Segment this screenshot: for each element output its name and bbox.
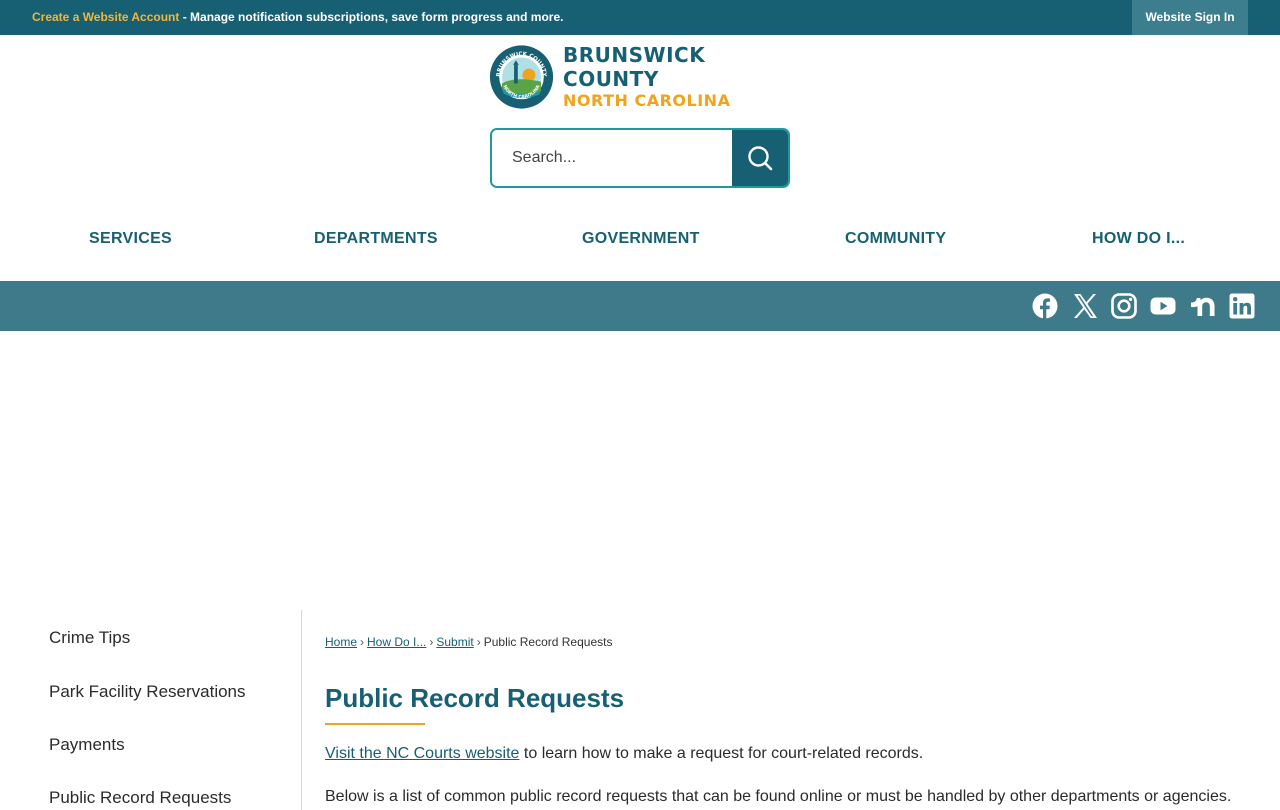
site-search	[490, 128, 790, 188]
x-icon[interactable]	[1072, 293, 1098, 319]
court-records-paragraph: Visit the NC Courts website to learn how…	[325, 745, 923, 763]
search-icon	[748, 146, 773, 171]
sidebar-divider	[301, 610, 302, 810]
facebook-icon[interactable]	[1032, 293, 1058, 319]
breadcrumb-how-do-i[interactable]: How Do I...	[367, 635, 426, 649]
sidebar-navigation: Crime Tips Park Facility Reservations Pa…	[0, 610, 302, 810]
records-list-intro: Below is a list of common public record …	[325, 788, 1232, 805]
social-media-bar	[0, 281, 1280, 331]
youtube-icon[interactable]	[1150, 293, 1176, 319]
search-button[interactable]	[732, 130, 788, 186]
county-logo[interactable]: BRUNSWICK COUNTY NORTH CAROLINA BRUNSWIC…	[489, 42, 791, 112]
nav-departments[interactable]: DEPARTMENTS	[314, 230, 438, 248]
logo-line-2: NORTH CAROLINA	[563, 91, 731, 110]
breadcrumb-current: Public Record Requests	[483, 635, 613, 649]
court-records-text: to learn how to make a request for court…	[519, 745, 924, 762]
breadcrumb-submit[interactable]: Submit	[436, 635, 473, 649]
account-message: Create a Website Account - Manage notifi…	[32, 0, 563, 35]
nav-government[interactable]: GOVERNMENT	[582, 230, 700, 248]
sidebar-item-payments[interactable]: Payments	[49, 735, 125, 755]
county-seal-icon: BRUNSWICK COUNTY NORTH CAROLINA	[489, 45, 554, 109]
sidebar-item-park-facility-reservations[interactable]: Park Facility Reservations	[49, 682, 246, 702]
nav-community[interactable]: COMMUNITY	[845, 230, 946, 248]
nav-services[interactable]: SERVICES	[89, 230, 172, 248]
account-message-text: - Manage notification subscriptions, sav…	[179, 10, 564, 24]
sidebar-item-public-record-requests[interactable]: Public Record Requests	[49, 788, 231, 808]
top-notification-bar: Create a Website Account - Manage notifi…	[0, 0, 1280, 35]
nextdoor-icon[interactable]	[1190, 293, 1216, 319]
breadcrumb: Home › How Do I... › Submit › Public Record Re…	[325, 635, 613, 649]
nav-how-do-i[interactable]: HOW DO I...	[1092, 230, 1185, 248]
logo-wordmark: BRUNSWICK COUNTY NORTH CAROLINA	[563, 43, 791, 111]
main-navigation: SERVICES DEPARTMENTS GOVERNMENT COMMUNIT…	[0, 215, 1280, 265]
page-title: Public Record Requests	[325, 683, 625, 713]
title-underline	[325, 723, 425, 725]
nc-courts-link[interactable]: Visit the NC Courts website	[325, 745, 519, 762]
linkedin-icon[interactable]	[1229, 293, 1255, 319]
search-input[interactable]	[492, 130, 732, 186]
sidebar-item-crime-tips[interactable]: Crime Tips	[49, 628, 130, 648]
instagram-icon[interactable]	[1111, 293, 1137, 319]
logo-line-1: BRUNSWICK COUNTY	[563, 43, 706, 91]
website-sign-in-button[interactable]: Website Sign In	[1132, 0, 1248, 35]
create-account-link[interactable]: Create a Website Account	[32, 10, 179, 24]
breadcrumb-home[interactable]: Home	[325, 635, 357, 649]
